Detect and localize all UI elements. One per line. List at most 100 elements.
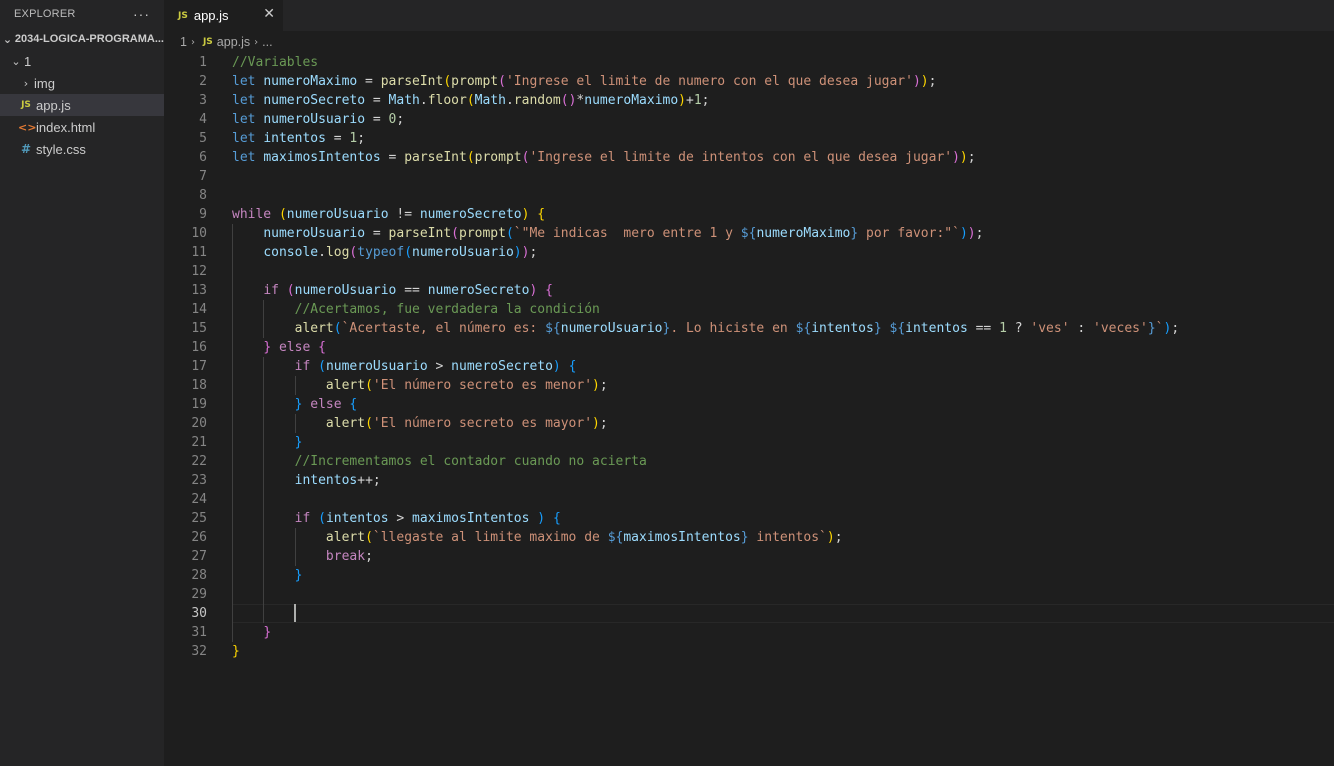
code-line[interactable]: 21 } — [164, 433, 1334, 452]
code-line[interactable]: 9 while (numeroUsuario != numeroSecreto) … — [164, 205, 1334, 224]
code-token: } — [232, 644, 240, 659]
code-text: let numeroSecreto = Math.floor(Math.rand… — [232, 91, 709, 110]
close-icon[interactable]: ✕ — [263, 6, 275, 22]
code-text: console.log(typeof(numeroUsuario)); — [232, 243, 537, 262]
code-line[interactable]: 3 let numeroSecreto = Math.floor(Math.ran… — [164, 91, 1334, 110]
code-line[interactable]: 2 let numeroMaximo = parseInt(prompt('Ing… — [164, 72, 1334, 91]
code-line[interactable]: 14 //Acertamos, fue verdadera la condici… — [164, 300, 1334, 319]
code-token: ; — [1171, 321, 1180, 336]
code-text: let maximosIntentos = parseInt(prompt('I… — [232, 148, 976, 167]
code-token: numeroUsuario — [263, 112, 366, 127]
code-line[interactable]: 23 intentos++; — [164, 471, 1334, 490]
code-editor[interactable]: 1 //Variables 2 let numeroMaximo = parseInt… — [164, 53, 1334, 766]
code-token: numeroSecreto — [427, 283, 530, 298]
code-line[interactable]: 8 — [164, 186, 1334, 205]
line-number: 7 — [199, 169, 207, 184]
code-line[interactable]: 13 if (numeroUsuario == numeroSecreto) { — [164, 281, 1334, 300]
code-token: ( — [443, 74, 452, 89]
code-token: > — [427, 359, 452, 374]
tab-app-js[interactable]: JS app.js ✕ — [164, 0, 283, 31]
code-token: { — [349, 397, 358, 412]
code-token: maximosIntentos — [263, 150, 381, 165]
breadcrumb-file[interactable]: app.js — [217, 35, 250, 49]
code-line[interactable]: 31 } — [164, 623, 1334, 642]
code-token: numeroSecreto — [419, 207, 522, 222]
code-line[interactable]: 15 alert(`Acertaste, el número es: ${num… — [164, 319, 1334, 338]
line-number: 11 — [191, 245, 207, 260]
code-line[interactable]: 29 — [164, 585, 1334, 604]
code-line[interactable]: 5 let intentos = 1; — [164, 129, 1334, 148]
code-line[interactable]: 1 //Variables — [164, 53, 1334, 72]
tree-item-style-css[interactable]: # style.css — [0, 138, 164, 160]
code-token: ( — [318, 359, 326, 374]
code-line[interactable]: 18 alert('El número secreto es menor'); — [164, 376, 1334, 395]
code-token: typeof — [357, 245, 405, 260]
code-text: let intentos = 1; — [232, 129, 365, 148]
code-token: let — [232, 150, 256, 165]
code-line[interactable]: 19 } else { — [164, 395, 1334, 414]
breadcrumb-symbol[interactable]: ... — [262, 35, 272, 49]
code-token: { — [318, 340, 326, 355]
code-line[interactable]: 27 break; — [164, 547, 1334, 566]
code-token: alert — [325, 416, 366, 431]
code-token: { — [552, 511, 561, 526]
code-line[interactable]: 26 alert(`llegaste al limite maximo de $… — [164, 528, 1334, 547]
code-token: else — [278, 340, 311, 355]
workspace-root[interactable]: ⌄ 2034-LOGICA-PROGRAMA... — [0, 28, 164, 50]
code-line[interactable]: 22 //Incrementamos el contador cuando no… — [164, 452, 1334, 471]
breadcrumb-folder[interactable]: 1 — [180, 35, 187, 49]
code-token: intentos — [325, 511, 389, 526]
line-number: 27 — [191, 549, 207, 564]
more-actions-icon[interactable]: ··· — [133, 6, 150, 22]
code-line[interactable]: 6 let maximosIntentos = parseInt(prompt('… — [164, 148, 1334, 167]
code-token: + — [686, 93, 694, 108]
code-token: ; — [928, 74, 937, 89]
line-number: 29 — [191, 587, 207, 602]
code-line[interactable]: 30 — [164, 604, 1334, 623]
code-token: parseInt — [388, 226, 452, 241]
code-line[interactable]: 11 console.log(typeof(numeroUsuario)); — [164, 243, 1334, 262]
code-text: //Acertamos, fue verdadera la condición — [232, 300, 600, 319]
tab-label: app.js — [193, 8, 229, 23]
code-token: ; — [967, 150, 976, 165]
code-line[interactable]: 10 numeroUsuario = parseInt(prompt(`"Me … — [164, 224, 1334, 243]
code-token: = — [325, 131, 350, 146]
code-token: parseInt — [404, 150, 467, 165]
folder-1[interactable]: ⌄ 1 — [0, 50, 164, 72]
line-number: 19 — [191, 397, 207, 412]
code-token: ) — [959, 150, 968, 165]
code-line[interactable]: 20 alert('El número secreto es mayor'); — [164, 414, 1334, 433]
code-line[interactable]: 16 } else { — [164, 338, 1334, 357]
code-token: 'ves' — [1030, 321, 1070, 336]
code-token: ) — [552, 359, 561, 374]
tree-item-app-js[interactable]: JS app.js — [0, 94, 164, 116]
code-line[interactable]: 4 let numeroUsuario = 0; — [164, 110, 1334, 129]
line-number: 6 — [199, 150, 207, 165]
code-text: alert(`Acertaste, el número es: ${numero… — [232, 319, 1180, 338]
code-text: } — [232, 433, 303, 452]
code-token: { — [568, 359, 577, 374]
code-token: ; — [396, 112, 405, 127]
line-number: 20 — [191, 416, 207, 431]
code-line[interactable]: 28 } — [164, 566, 1334, 585]
code-line[interactable]: 17 if (numeroUsuario > numeroSecreto) { — [164, 357, 1334, 376]
tree-item-img[interactable]: › img — [0, 72, 164, 94]
tree-item-index-html[interactable]: <> index.html — [0, 116, 164, 138]
code-line[interactable]: 25 if (intentos > maximosIntentos ) { — [164, 509, 1334, 528]
code-text: break; — [232, 547, 373, 566]
code-line[interactable]: 24 — [164, 490, 1334, 509]
code-token: = — [380, 150, 405, 165]
code-line[interactable]: 12 — [164, 262, 1334, 281]
code-line[interactable]: 7 — [164, 167, 1334, 186]
code-token: : — [1069, 321, 1094, 336]
code-line[interactable]: 32} — [164, 642, 1334, 661]
code-token: alert — [325, 378, 366, 393]
